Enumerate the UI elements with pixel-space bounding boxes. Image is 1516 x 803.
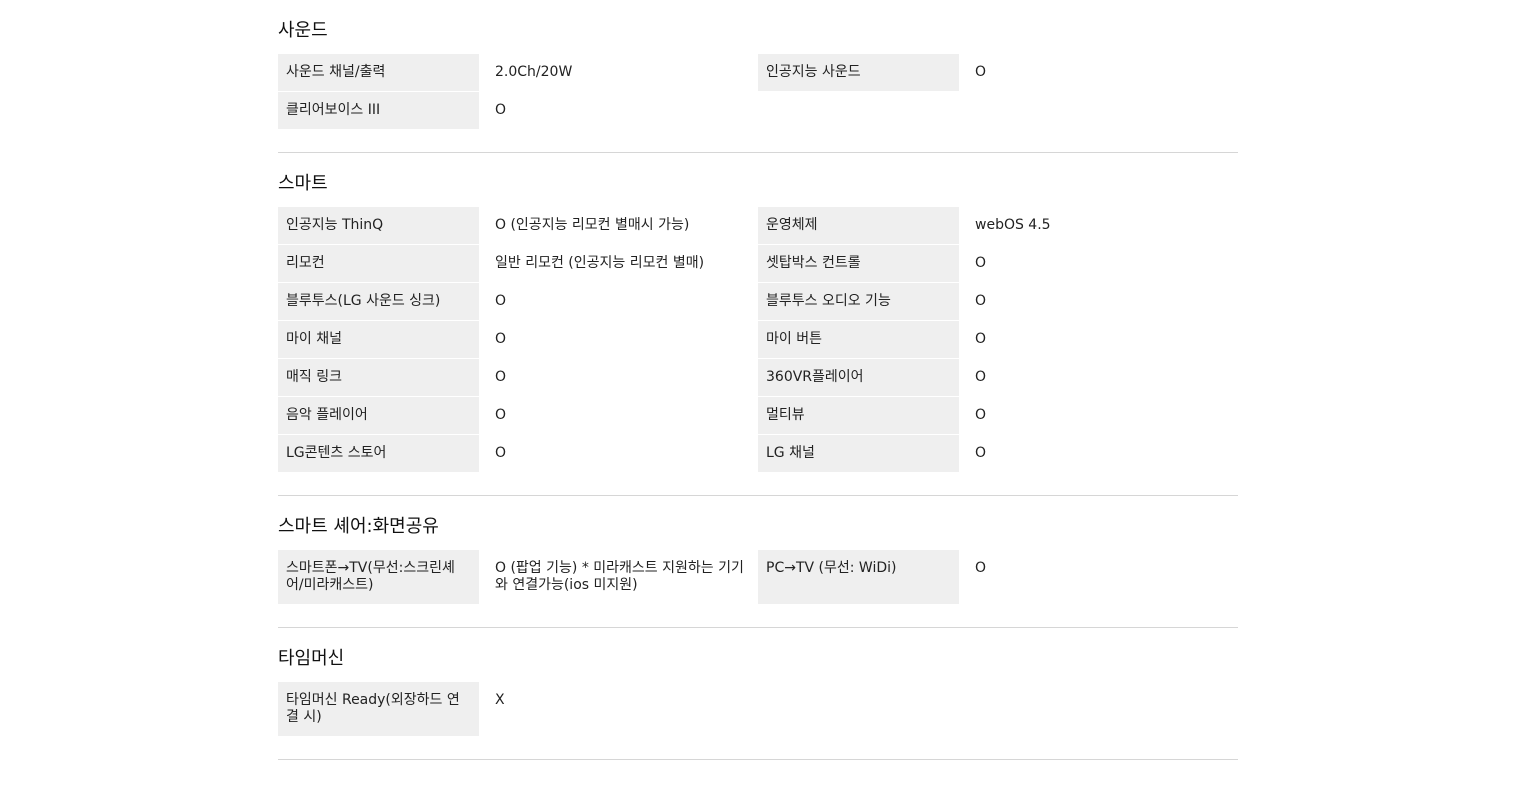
spec-label: 사운드 채널/출력 <box>278 54 479 92</box>
spec-label: 360VR플레이어 <box>758 359 959 397</box>
spec-label: 리모컨 <box>278 245 479 283</box>
spec-value: O <box>975 331 987 347</box>
spec-label: 매직 링크 <box>278 359 479 397</box>
spec-label: 블루투스 오디오 기능 <box>758 283 959 321</box>
section-title: 스마트 셰어:화면공유 <box>278 516 439 537</box>
spec-label: 타임머신 Ready(외장하드 연결 시) <box>278 682 479 737</box>
spec-label: 음악 플레이어 <box>278 397 479 435</box>
spec-section: 사운드사운드 채널/출력 2.0Ch/20W 인공지능 사운드 O 클리어보이스 III… <box>278 0 1238 153</box>
spec-value: O <box>495 293 507 309</box>
spec-value: O <box>495 407 507 423</box>
spec-value: 일반 리모컨 (인공지능 리모컨 별매) <box>495 255 705 271</box>
spec-value: O <box>495 102 507 118</box>
spec-value: X <box>495 692 505 708</box>
section-title: 사운드 <box>278 20 328 41</box>
spec-label: LG 채널 <box>758 435 959 473</box>
spec-section: 스마트인공지능 ThinQ O (인공지능 리모컨 별매시 가능) 운영체제 webO… <box>278 153 1238 496</box>
spec-label: 셋탑박스 컨트롤 <box>758 245 959 283</box>
spec-label: 클리어보이스 III <box>278 92 479 130</box>
spec-value: O <box>495 445 507 461</box>
spec-table-container: 사운드사운드 채널/출력 2.0Ch/20W 인공지능 사운드 O 클리어보이스 III… <box>278 0 1238 760</box>
spec-label: 멀티뷰 <box>758 397 959 435</box>
spec-label: 인공지능 ThinQ <box>278 207 479 245</box>
spec-value: O (인공지능 리모컨 별매시 가능) <box>495 217 690 233</box>
spec-value: O <box>975 293 987 309</box>
spec-value: O <box>975 445 987 461</box>
spec-label: 블루투스(LG 사운드 싱크) <box>278 283 479 321</box>
spec-section: 타임머신타임머신 Ready(외장하드 연결 시) X <box>278 628 1238 760</box>
spec-value: O <box>975 560 987 576</box>
spec-grid: 타임머신 Ready(외장하드 연결 시) X <box>278 682 1238 737</box>
spec-grid: 스마트폰→TV(무선:스크린셰어/미라캐스트) O (팝업 기능) * 미라캐스트… <box>278 550 1238 605</box>
spec-label: 스마트폰→TV(무선:스크린셰어/미라캐스트) <box>278 550 479 605</box>
section-title: 스마트 <box>278 173 328 194</box>
spec-label: 마이 채널 <box>278 321 479 359</box>
spec-value: O <box>975 369 987 385</box>
spec-label <box>758 92 959 130</box>
spec-value: 2.0Ch/20W <box>495 64 573 80</box>
spec-value <box>959 682 1238 737</box>
spec-label: 인공지능 사운드 <box>758 54 959 92</box>
spec-value: O <box>495 369 507 385</box>
spec-label <box>758 682 959 737</box>
spec-value: O <box>975 64 987 80</box>
spec-grid: 사운드 채널/출력 2.0Ch/20W 인공지능 사운드 O 클리어보이스 III O <box>278 54 1238 130</box>
spec-value: O <box>495 331 507 347</box>
spec-label: LG콘텐츠 스토어 <box>278 435 479 473</box>
section-title: 타임머신 <box>278 648 345 669</box>
spec-label: 마이 버튼 <box>758 321 959 359</box>
spec-value <box>959 92 1238 130</box>
spec-value: webOS 4.5 <box>975 217 1051 233</box>
spec-label: 운영체제 <box>758 207 959 245</box>
spec-value: O (팝업 기능) * 미라캐스트 지원하는 기기와 연결가능(ios 미지원) <box>495 560 744 593</box>
spec-label: PC→TV (무선: WiDi) <box>758 550 959 605</box>
spec-value: O <box>975 255 987 271</box>
spec-value: O <box>975 407 987 423</box>
spec-section: 스마트 셰어:화면공유스마트폰→TV(무선:스크린셰어/미라캐스트) O (팝업 … <box>278 496 1238 628</box>
spec-grid: 인공지능 ThinQ O (인공지능 리모컨 별매시 가능) 운영체제 webOS 4… <box>278 207 1238 473</box>
